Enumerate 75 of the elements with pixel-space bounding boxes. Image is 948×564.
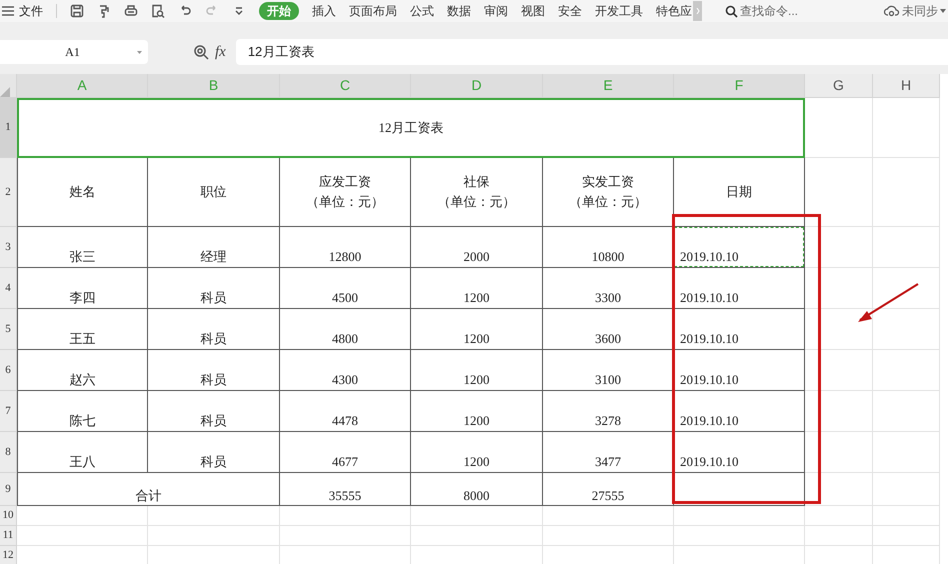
ribbon-tab[interactable]: 页面布局 [349,2,397,20]
caret-icon [137,50,142,54]
table-cell: 4300 [280,350,411,391]
sync-status[interactable]: 未同步 [884,2,946,20]
print-icon[interactable] [124,4,138,18]
row-header[interactable]: 7 [0,391,17,432]
caret-icon [940,9,946,13]
chevron-right-icon [696,8,700,14]
table-cell: 经理 [148,227,280,268]
ribbon-tab[interactable]: 插入 [312,2,336,20]
table-cell: 4478 [280,391,411,432]
table-cell: 1200 [411,391,543,432]
row-header[interactable]: 6 [0,350,17,391]
search-icon [725,4,738,18]
zoom-icon[interactable] [193,44,209,60]
ribbon-tab[interactable]: 开发工具 [595,2,643,20]
arrow [856,282,920,324]
row-header[interactable]: 4 [0,268,17,309]
table-cell: 2019.10.10 [674,268,805,309]
table-cell: 陈七 [17,391,148,432]
column-header[interactable]: G [805,74,873,98]
table-cell: 张三 [17,227,148,268]
table-cell: 2019.10.10 [674,227,805,268]
row-header[interactable]: 2 [0,158,17,227]
row-header[interactable]: 3 [0,227,17,268]
table-cell: 王五 [17,309,148,350]
menu-icon[interactable] [2,6,14,16]
ribbon-tab[interactable]: 数据 [447,2,471,20]
brush-icon[interactable] [97,4,111,18]
table-cell: 2019.10.10 [674,391,805,432]
ribbon-tab[interactable]: 公式 [410,2,434,20]
table-cell: 2019.10.10 [674,350,805,391]
table-cell: 2019.10.10 [674,432,805,473]
row-header[interactable]: 8 [0,432,17,473]
ribbon-tab[interactable]: 审阅 [484,2,508,20]
search-placeholder: 查找命令... [740,3,798,20]
table-cell: 12800 [280,227,411,268]
table-cell: 1200 [411,309,543,350]
table-cell: 1200 [411,350,543,391]
preview-icon[interactable] [151,4,165,18]
row-header[interactable]: 5 [0,309,17,350]
title-cell: 12月工资表 [17,98,805,158]
row-header[interactable]: 11 [0,526,17,546]
table-cell: 科员 [148,309,280,350]
sync-label: 未同步 [902,3,938,20]
table-cell: 赵六 [17,350,148,391]
file-menu[interactable]: 文件 [19,2,43,20]
save-icon[interactable] [70,4,84,18]
table-cell: 2000 [411,227,543,268]
table-cell: 科员 [148,432,280,473]
cloud-icon [884,5,900,17]
name-box[interactable]: A1 [0,40,148,64]
ribbon-tab[interactable]: 视图 [521,2,545,20]
table-cell: 2019.10.10 [674,309,805,350]
table-cell: 科员 [148,350,280,391]
table-cell: 4500 [280,268,411,309]
table-cell: 科员 [148,268,280,309]
table-cell: 1200 [411,432,543,473]
row-header[interactable]: 12 [0,546,17,564]
row-header[interactable]: 10 [0,506,17,526]
search-command[interactable]: 查找命令... [725,2,798,20]
column-header[interactable]: H [873,74,940,98]
formula-field[interactable]: 12月工资表 [236,39,948,65]
table-cell: 4800 [280,309,411,350]
table-cell: 科员 [148,391,280,432]
ribbon-tab[interactable]: 安全 [558,2,582,20]
table-cell: 李四 [17,268,148,309]
triangle-icon [0,87,10,97]
table-cell: 1200 [411,268,543,309]
row-header[interactable]: 9 [0,473,17,506]
ribbon-tab[interactable]: 特色应 [656,2,692,20]
row-header[interactable]: 1 [0,98,17,158]
function-button[interactable]: fx [215,40,226,64]
table-cell: 王八 [17,432,148,473]
table-cell: 4677 [280,432,411,473]
